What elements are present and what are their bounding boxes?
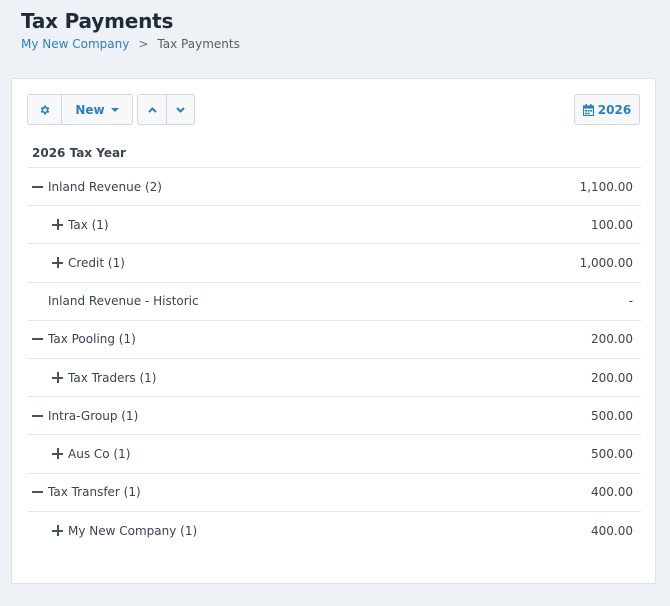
tree-row[interactable]: Tax Transfer (1) 400.00: [27, 474, 641, 512]
tree-rows: Inland Revenue (2) 1,100.00 Tax (1) 100.00 C…: [27, 168, 641, 550]
breadcrumb-current: Tax Payments: [157, 37, 240, 51]
gear-icon: [40, 105, 49, 114]
toolbar: New: [27, 94, 195, 125]
tree-row-label: Aus Co (1): [68, 446, 131, 461]
tree-row-amount: 200.00: [591, 370, 633, 385]
tree-row-label-group: Tax (1): [27, 218, 109, 232]
tree-row[interactable]: Inland Revenue (2) 1,100.00: [27, 168, 641, 207]
tree-row[interactable]: Intra-Group (1) 500.00: [27, 397, 641, 436]
collapse-icon[interactable]: [32, 410, 43, 421]
page-title: Tax Payments: [21, 9, 174, 33]
tree-row[interactable]: My New Company (1) 400.00: [27, 512, 641, 550]
tree-row-label-group: Inland Revenue (2): [27, 180, 162, 194]
tree-row-amount: -: [628, 294, 633, 309]
chevron-up-icon: [147, 106, 157, 113]
expand-icon[interactable]: [52, 257, 63, 269]
tree-row[interactable]: Tax Traders (1) 200.00: [27, 359, 641, 398]
collapse-icon[interactable]: [32, 334, 43, 345]
actions-group: New: [27, 94, 133, 125]
expand-icon[interactable]: [52, 372, 63, 384]
tree-row[interactable]: Inland Revenue - Historic -: [27, 283, 641, 321]
tree-row-label-group: Aus Co (1): [27, 447, 130, 461]
expand-icon[interactable]: [52, 219, 63, 231]
tree-row-amount: 400.00: [591, 523, 633, 538]
tax-tree: 2026 Tax Year Inland Revenue (2) 1,100.00…: [27, 139, 641, 550]
settings-button[interactable]: [28, 95, 61, 124]
caret-down-icon: [110, 108, 119, 112]
tree-row-label: Tax Pooling (1): [48, 332, 136, 347]
chevron-down-icon: [176, 106, 185, 113]
expand-icon[interactable]: [52, 448, 63, 460]
tree-row-label: Inland Revenue - Historic: [48, 294, 199, 309]
new-button-label: New: [75, 102, 105, 117]
collapse-icon[interactable]: [32, 487, 43, 498]
breadcrumb-link-company[interactable]: My New Company: [21, 37, 129, 51]
tree-row-amount: 500.00: [591, 446, 633, 461]
tree-row[interactable]: Tax (1) 100.00: [27, 206, 641, 245]
tree-row-label: My New Company (1): [68, 523, 198, 538]
breadcrumb: My New Company > Tax Payments: [21, 37, 240, 51]
tree-row-label: Inland Revenue (2): [48, 179, 162, 194]
tree-row-label-group: My New Company (1): [27, 524, 197, 538]
tree-row-label-group: Tax Transfer (1): [27, 485, 141, 499]
tree-row-amount: 100.00: [591, 217, 633, 232]
tree-row-label-group: Credit (1): [27, 256, 125, 270]
tree-row-label: Tax Traders (1): [68, 370, 157, 385]
tree-row-label-group: Tax Traders (1): [27, 371, 156, 385]
tree-row-label: Tax Transfer (1): [48, 485, 141, 500]
tax-year-heading: 2026 Tax Year: [27, 139, 641, 168]
tree-row-label-group: Tax Pooling (1): [27, 332, 136, 346]
tree-row-amount: 1,100.00: [579, 179, 633, 194]
tree-row[interactable]: Aus Co (1) 500.00: [27, 435, 641, 474]
collapse-icon[interactable]: [32, 181, 43, 192]
move-group: [137, 94, 195, 125]
tree-row-label-group: Intra-Group (1): [27, 409, 138, 423]
tax-payments-panel: New 2026 2026 Tax Year Inland Revenue (2…: [11, 78, 656, 584]
tree-row[interactable]: Credit (1) 1,000.00: [27, 244, 641, 283]
move-up-button[interactable]: [138, 95, 166, 124]
tree-row-amount: 1,000.00: [579, 255, 633, 270]
tree-row-label-group: Inland Revenue - Historic: [27, 294, 199, 308]
year-selector-button[interactable]: 2026: [574, 94, 640, 125]
new-button[interactable]: New: [61, 95, 132, 124]
expand-icon[interactable]: [52, 525, 63, 537]
tree-row-amount: 500.00: [591, 408, 633, 423]
tree-row-label: Credit (1): [68, 255, 125, 270]
tree-row-label: Intra-Group (1): [48, 408, 139, 423]
tree-row-label: Tax (1): [68, 217, 109, 232]
year-label: 2026: [597, 102, 632, 117]
tree-row[interactable]: Tax Pooling (1) 200.00: [27, 321, 641, 359]
move-down-button[interactable]: [166, 95, 194, 124]
tree-row-amount: 400.00: [591, 485, 633, 500]
tree-row-amount: 200.00: [591, 332, 633, 347]
breadcrumb-separator: >: [138, 37, 149, 51]
calendar-icon: [582, 103, 594, 116]
